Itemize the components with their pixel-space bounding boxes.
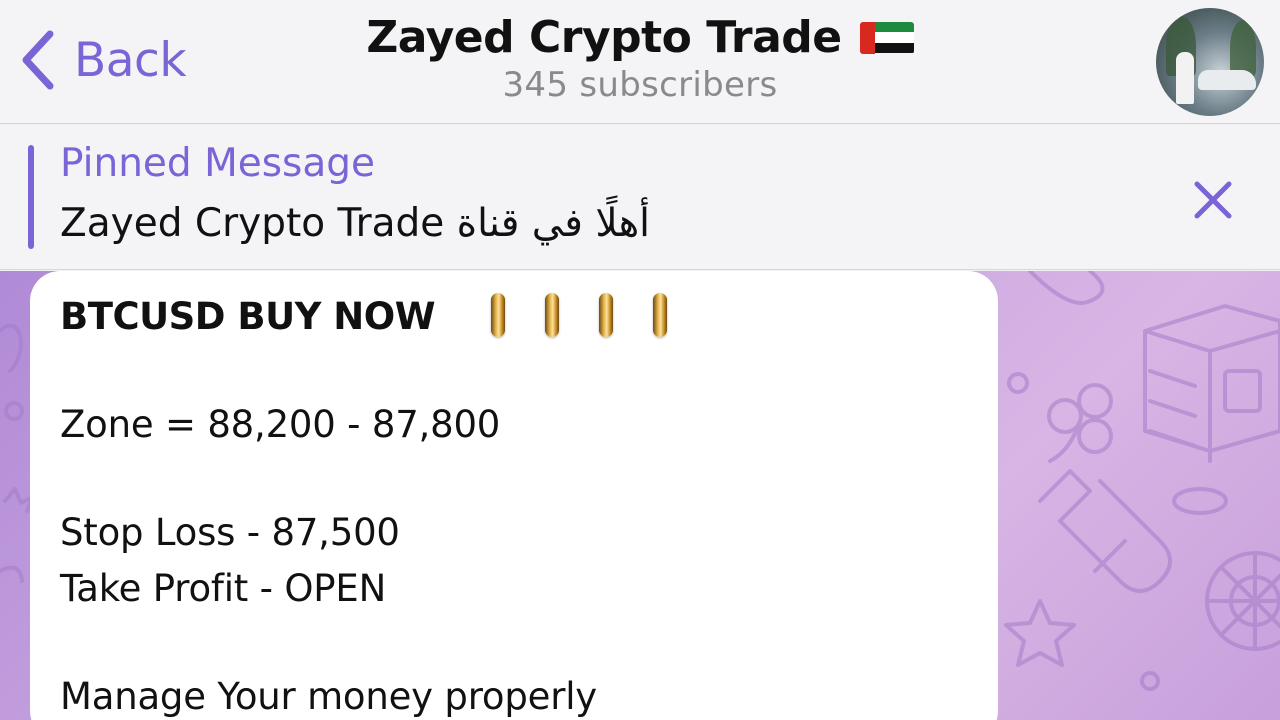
coin-icon bbox=[599, 292, 614, 337]
uae-flag-icon bbox=[859, 21, 914, 54]
coin-icon bbox=[653, 292, 668, 337]
chat-header: Back Zayed Crypto Trade 345 subscribers bbox=[0, 0, 1280, 124]
message-line-stop-loss: Stop Loss - 87,500 bbox=[60, 511, 400, 554]
coin-emoji-group bbox=[471, 292, 687, 337]
channel-avatar[interactable] bbox=[1156, 8, 1264, 116]
pinned-message-banner[interactable]: Pinned Message Zayed Crypto Trade أهلًا … bbox=[0, 125, 1280, 270]
coin-icon bbox=[545, 292, 560, 337]
message-line-take-profit: Take Profit - OPEN bbox=[60, 567, 387, 610]
message-line-advice: Manage Your money properly bbox=[60, 675, 597, 718]
subscriber-count: 345 subscribers bbox=[502, 65, 778, 105]
channel-title: Zayed Crypto Trade bbox=[366, 12, 914, 63]
coin-icon bbox=[491, 292, 506, 337]
pinned-title: Pinned Message bbox=[60, 141, 376, 186]
message-line-zone: Zone = 88,200 - 87,800 bbox=[60, 403, 501, 446]
close-icon[interactable] bbox=[1190, 177, 1236, 223]
chat-area[interactable]: BTCUSD BUY NOW Zone = 88,200 - 87,800 St… bbox=[0, 271, 1280, 720]
channel-info[interactable]: Zayed Crypto Trade 345 subscribers bbox=[0, 12, 1280, 105]
message-line-signal: BTCUSD BUY NOW bbox=[60, 289, 968, 345]
signal-text: BTCUSD BUY NOW bbox=[60, 295, 436, 338]
pinned-indicator-bar bbox=[28, 145, 34, 249]
channel-title-text: Zayed Crypto Trade bbox=[366, 12, 842, 63]
pinned-text: Zayed Crypto Trade أهلًا في قناة bbox=[60, 201, 651, 246]
message-bubble[interactable]: BTCUSD BUY NOW Zone = 88,200 - 87,800 St… bbox=[30, 271, 998, 720]
